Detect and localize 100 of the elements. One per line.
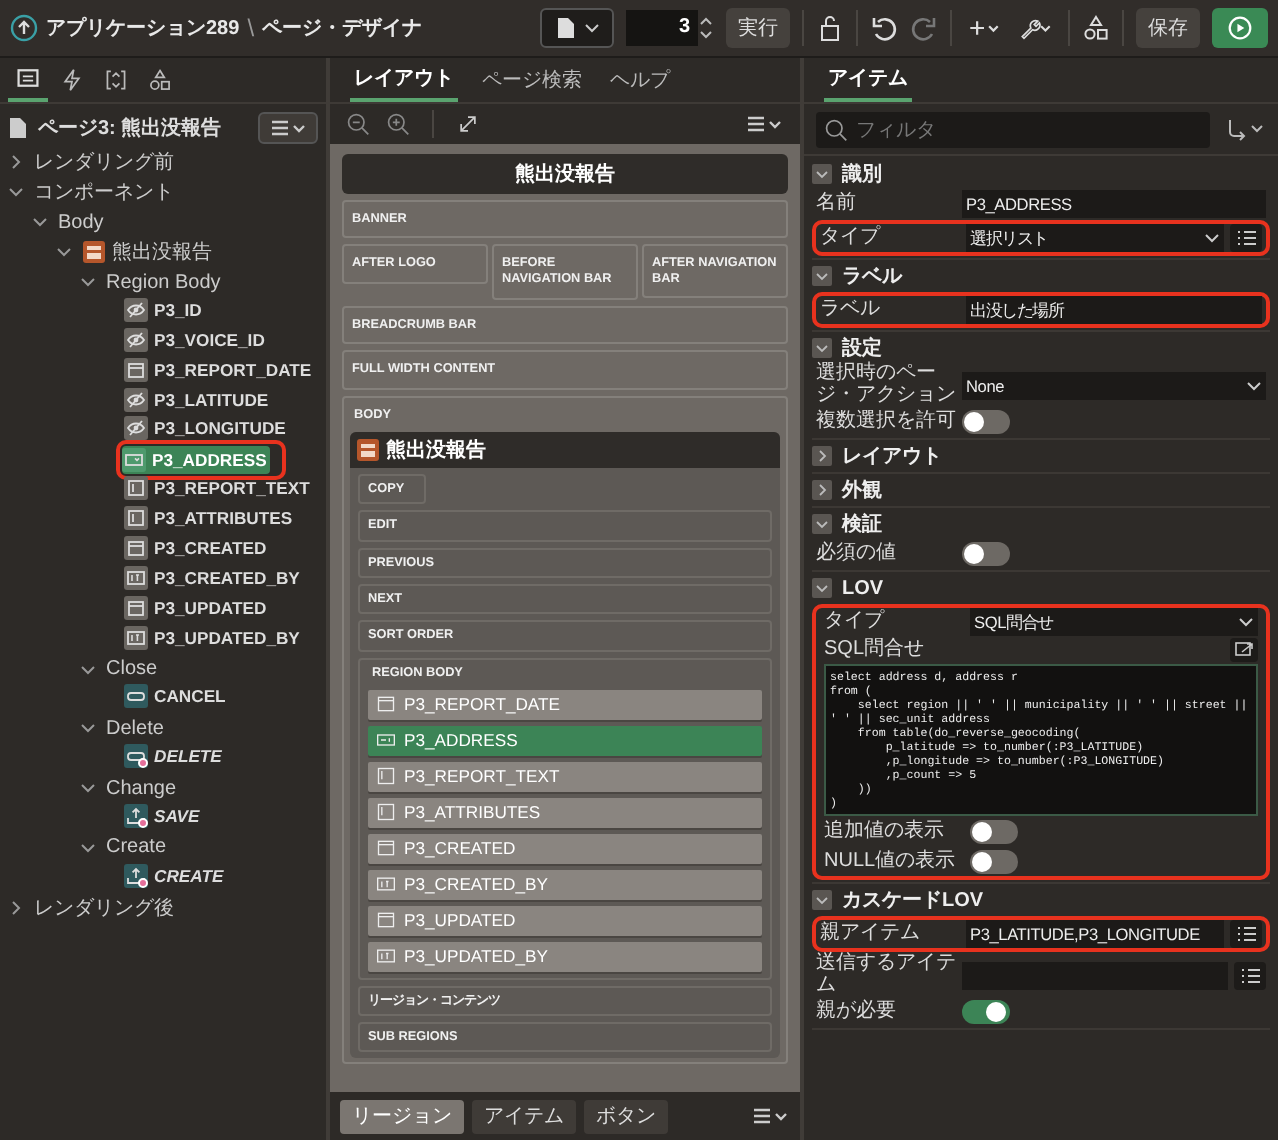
- tree-item[interactable]: DELETE: [124, 742, 226, 771]
- toggle-switch[interactable]: [970, 850, 1018, 874]
- toggle-switch[interactable]: [962, 410, 1010, 434]
- text-field[interactable]: 出没した場所: [966, 296, 1262, 324]
- tree-item[interactable]: P3_LATITUDE: [124, 385, 273, 414]
- page-number-field[interactable]: 3: [626, 10, 698, 46]
- tree-item[interactable]: P3_CREATED: [124, 534, 271, 563]
- list-button-icon[interactable]: [1230, 920, 1262, 948]
- toggle-switch[interactable]: [962, 1000, 1010, 1024]
- menu-icon[interactable]: [750, 1104, 790, 1128]
- shapes-icon[interactable]: [1082, 14, 1110, 42]
- layout-item[interactable]: P3_CREATED: [368, 833, 762, 864]
- select-field[interactable]: 選択リスト: [966, 224, 1224, 252]
- tree-item[interactable]: P3_CREATED_BY: [124, 563, 304, 592]
- layout-item[interactable]: P3_CREATED_BY: [368, 869, 762, 900]
- run-page-button[interactable]: 実行: [726, 8, 790, 48]
- zoom-in-icon[interactable]: [386, 112, 410, 136]
- property-label: 追加値の表示: [824, 821, 946, 843]
- tree-item[interactable]: P3_REPORT_DATE: [124, 355, 316, 384]
- toggle-group-icon[interactable]: [812, 266, 832, 286]
- page-selector[interactable]: [540, 8, 614, 48]
- toggle-group-icon[interactable]: [812, 480, 832, 500]
- property-label: 必須の値: [816, 543, 898, 565]
- undo-icon[interactable]: [870, 14, 898, 42]
- panel-tab[interactable]: アイテム: [824, 58, 912, 102]
- panel-tab[interactable]: レイアウト: [350, 58, 458, 102]
- chevron-icon[interactable]: [56, 244, 72, 261]
- tree-item[interactable]: P3_ID: [124, 295, 206, 324]
- chevron-icon[interactable]: [80, 839, 96, 856]
- tree-node[interactable]: レンダリング前: [34, 148, 174, 177]
- tree-node[interactable]: Delete: [106, 717, 164, 740]
- tree-item[interactable]: P3_REPORT_TEXT: [124, 474, 314, 503]
- gallery-tab[interactable]: ボタン: [584, 1099, 668, 1133]
- toggle-group-icon[interactable]: [812, 578, 832, 598]
- chevron-icon[interactable]: [80, 780, 96, 797]
- lock-icon[interactable]: [816, 14, 844, 42]
- toggle-group-icon[interactable]: [812, 446, 832, 466]
- property-label: 選択時のページ・アクション: [816, 364, 956, 406]
- select-field[interactable]: SQL問合せ: [970, 608, 1258, 636]
- tree-node[interactable]: Body: [58, 211, 104, 234]
- layout-item[interactable]: P3_ADDRESS: [368, 725, 762, 756]
- menu-icon[interactable]: [744, 112, 784, 136]
- tree-node[interactable]: レンダリング後: [34, 893, 174, 922]
- tree-item[interactable]: P3_UPDATED_BY: [124, 623, 304, 652]
- caret-icon: [1246, 379, 1262, 391]
- chevron-icon[interactable]: [80, 274, 96, 290]
- tree-node[interactable]: Region Body: [106, 271, 221, 293]
- text-field[interactable]: P3_ADDRESS: [962, 190, 1266, 218]
- tree-item[interactable]: P3_UPDATED: [124, 593, 271, 622]
- spinner-icon[interactable]: [698, 12, 714, 44]
- toggle-group-icon[interactable]: [812, 164, 832, 184]
- chevron-icon[interactable]: [8, 184, 24, 201]
- tree-node[interactable]: Create: [106, 836, 167, 859]
- menu-button[interactable]: [258, 112, 318, 144]
- panel-tab[interactable]: ヘルプ: [606, 58, 674, 102]
- layout-item[interactable]: P3_REPORT_DATE: [368, 689, 762, 720]
- gallery-tab[interactable]: アイテム: [472, 1099, 576, 1133]
- toggle-switch[interactable]: [962, 542, 1010, 566]
- go-to-group-icon[interactable]: [1226, 118, 1266, 142]
- toggle-group-icon[interactable]: [812, 514, 832, 534]
- tree-node[interactable]: Close: [106, 658, 158, 681]
- app-link[interactable]: アプリケーション289: [46, 14, 240, 42]
- chevron-icon[interactable]: [32, 214, 48, 231]
- processing-icon: [104, 68, 128, 92]
- chevron-icon[interactable]: [8, 899, 24, 916]
- zoom-out-icon[interactable]: [346, 112, 370, 136]
- panel-tab[interactable]: ページ検索: [478, 58, 586, 102]
- redo-icon[interactable]: [910, 14, 938, 42]
- tree-node[interactable]: Change: [106, 777, 177, 800]
- chevron-icon[interactable]: [80, 661, 96, 678]
- tree-item[interactable]: CANCEL: [124, 682, 230, 711]
- filter-field[interactable]: フィルタ: [816, 112, 1210, 148]
- tree-item[interactable]: P3_VOICE_ID: [124, 325, 269, 354]
- add-menu-icon[interactable]: [964, 16, 1004, 40]
- tree-item[interactable]: SAVE: [124, 802, 204, 831]
- code-editor-icon[interactable]: [1230, 638, 1258, 662]
- expand-icon[interactable]: [456, 112, 480, 136]
- tree-node[interactable]: 熊出没報告: [112, 238, 212, 267]
- chevron-icon[interactable]: [80, 720, 96, 737]
- tree-item[interactable]: P3_LONGITUDE: [124, 414, 290, 443]
- save-button[interactable]: 保存: [1136, 8, 1200, 48]
- chevron-icon[interactable]: [8, 154, 24, 171]
- layout-item[interactable]: P3_REPORT_TEXT: [368, 761, 762, 792]
- wrench-icon[interactable]: [1016, 16, 1056, 40]
- text-field[interactable]: P3_LATITUDE,P3_LONGITUDE: [966, 920, 1224, 948]
- tree-item[interactable]: P3_ATTRIBUTES: [124, 504, 297, 533]
- tree-item[interactable]: CREATE: [124, 861, 228, 890]
- toggle-group-icon[interactable]: [812, 338, 832, 358]
- layout-item[interactable]: P3_UPDATED: [368, 905, 762, 936]
- tree-item[interactable]: P3_ADDRESS: [122, 446, 271, 475]
- toggle-switch[interactable]: [970, 820, 1018, 844]
- layout-item[interactable]: P3_ATTRIBUTES: [368, 797, 762, 828]
- layout-item[interactable]: P3_UPDATED_BY: [368, 941, 762, 972]
- select-field[interactable]: None: [962, 371, 1266, 399]
- list-button-icon[interactable]: [1234, 961, 1266, 989]
- toggle-group-icon[interactable]: [812, 890, 832, 910]
- list-button-icon[interactable]: [1230, 224, 1262, 252]
- gallery-tab[interactable]: リージョン: [340, 1099, 464, 1133]
- run-button[interactable]: [1212, 8, 1268, 48]
- tree-node[interactable]: コンポーネント: [34, 178, 174, 207]
